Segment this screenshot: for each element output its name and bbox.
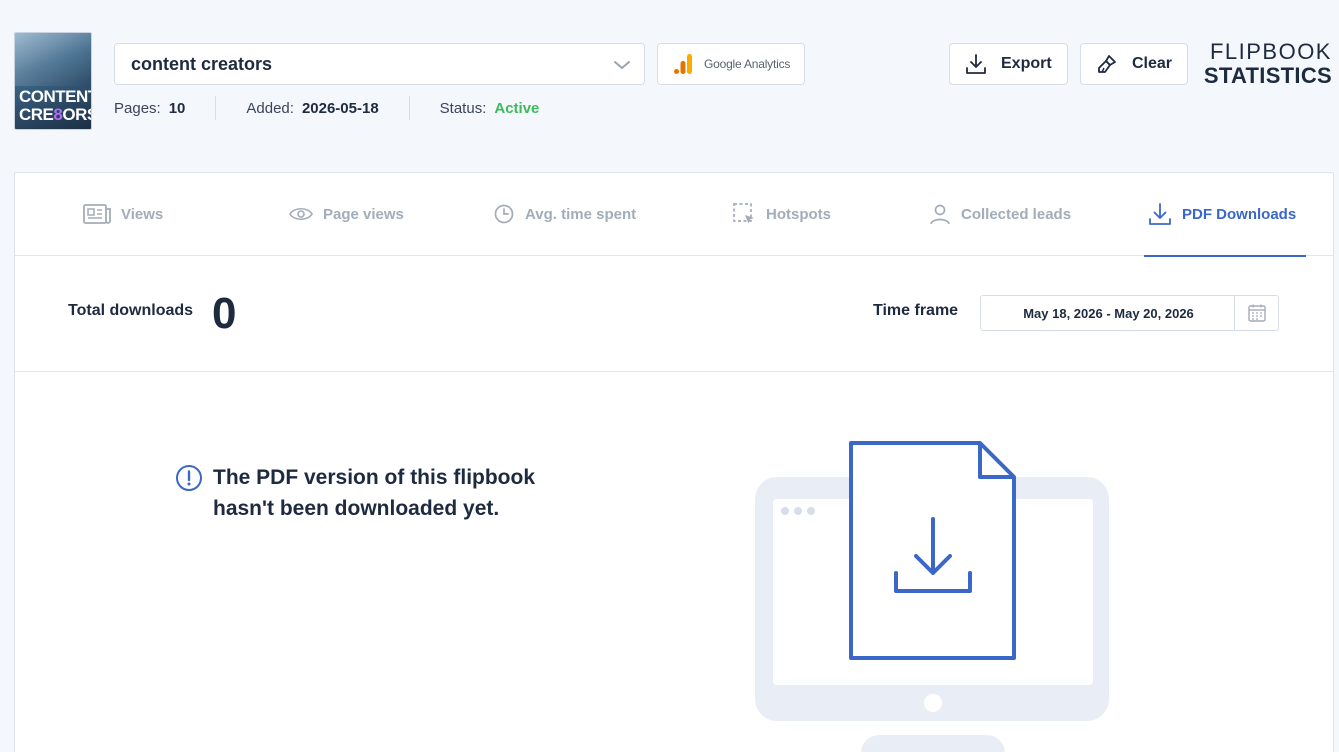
statistics-tabs: Views Page views Avg. time spent Hotspot… [15,173,1333,257]
export-button[interactable]: Export [949,43,1068,85]
pages-label: Pages: [114,99,161,117]
divider [408,96,410,120]
flipbook-cover-thumbnail: CONTENT CRE8ORS [14,32,92,130]
tab-views-label: Views [121,205,164,223]
tab-views[interactable]: Views [83,173,163,255]
hotspot-icon [733,203,754,224]
eye-icon [289,207,313,221]
google-analytics-icon [674,54,692,74]
pdf-download-illustration [755,441,1109,752]
date-range-picker[interactable]: May 18, 2026 - May 20, 2026 [980,295,1279,331]
tab-hotspots[interactable]: Hotspots [732,173,831,255]
brand-line2: STATISTICS [1203,63,1332,88]
calendar-icon [1247,304,1266,322]
flipbook-meta: Pages: 10 Added: 2026-05-18 Status: Acti… [114,96,539,120]
info-icon [176,465,202,491]
flipbook-statistics-title: FLIPBOOK STATISTICS [1204,40,1332,88]
tab-avg-time-spent[interactable]: Avg. time spent [493,173,636,255]
added-info: Added: 2026-05-18 [246,100,378,117]
export-label: Export [1001,55,1052,72]
pages-value: 10 [168,99,186,117]
brush-icon [1098,55,1116,73]
cover-title-line2: CRE8ORS [19,105,91,124]
download-icon [966,54,986,74]
added-value: 2026-05-18 [301,99,379,117]
google-analytics-label: Google Analytics [704,57,791,71]
total-downloads-label: Total downloads [68,302,194,319]
tab-avg-time-spent-label: Avg. time spent [525,205,637,223]
tab-page-views-label: Page views [323,205,404,223]
google-analytics-button[interactable]: Google Analytics [657,43,805,85]
calendar-button[interactable] [1234,296,1278,330]
status-label: Status: [439,99,487,117]
cover-photo [15,33,91,86]
newspaper-icon [83,204,111,224]
tab-collected-leads-label: Collected leads [961,205,1072,223]
divider [215,96,217,120]
empty-state-text: The PDF version of this flipbook hasn't … [213,466,536,520]
download-icon [1149,203,1171,225]
flipbook-select[interactable]: content creators [114,43,645,85]
statistics-panel: Views Page views Avg. time spent Hotspot… [14,172,1334,752]
date-range-value: May 18, 2026 - May 20, 2026 [1023,305,1194,321]
tab-hotspots-label: Hotspots [766,205,831,223]
status-badge: Active [494,99,540,117]
user-icon [930,204,950,225]
clear-button[interactable]: Clear [1080,43,1188,85]
cover-title-line1: CONTENT [19,87,92,106]
tab-collected-leads[interactable]: Collected leads [929,173,1071,255]
chevron-down-icon [614,61,630,69]
pages-info: Pages: 10 [114,100,185,117]
flipbook-select-value: content creators [131,53,273,74]
tab-pdf-downloads-label: PDF Downloads [1182,205,1297,223]
downloads-summary: Total downloads 0 Time frame May 18, 202… [15,256,1333,372]
empty-state-message: The PDF version of this flipbook hasn't … [175,462,573,524]
status-info: Status: Active [440,100,540,117]
clock-icon [494,204,514,224]
tab-page-views[interactable]: Page views [289,173,404,255]
time-frame-label: Time frame [873,302,959,319]
tab-pdf-downloads[interactable]: PDF Downloads [1144,173,1307,257]
added-label: Added: [246,99,294,117]
brand-line1: FLIPBOOK [1209,39,1332,64]
clear-label: Clear [1132,55,1173,72]
total-downloads-value: 0 [212,289,237,338]
